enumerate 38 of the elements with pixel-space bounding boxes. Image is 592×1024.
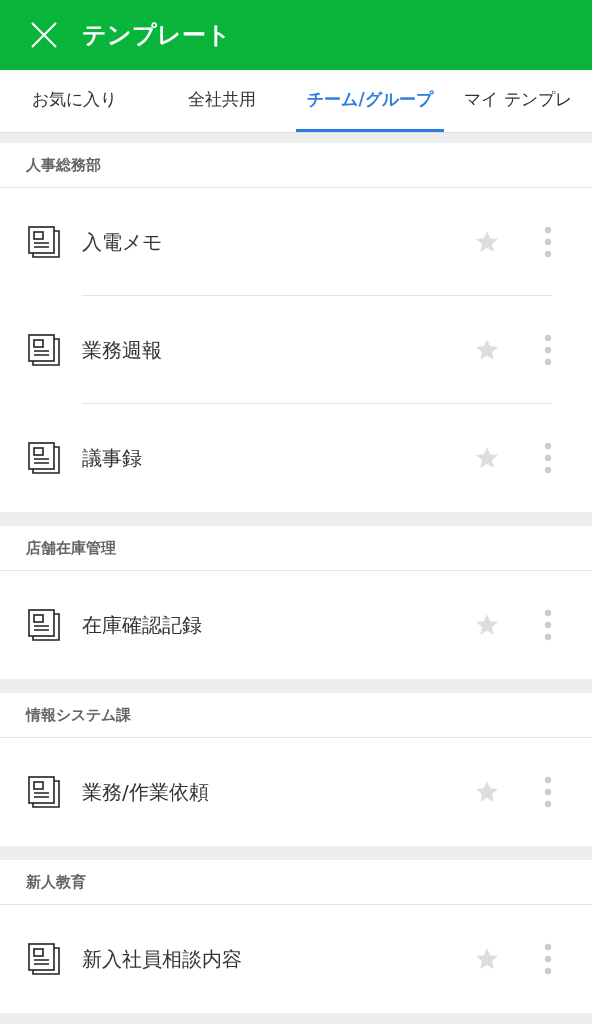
more-icon[interactable] bbox=[544, 943, 552, 975]
section-title: 情報システム課 bbox=[26, 704, 131, 726]
template-name: 業務週報 bbox=[82, 336, 163, 364]
document-icon bbox=[28, 442, 60, 474]
star-icon[interactable] bbox=[474, 612, 500, 638]
template-name: 入電メモ bbox=[82, 228, 163, 256]
header-title: テンプレート bbox=[82, 20, 231, 51]
star-icon[interactable] bbox=[474, 445, 500, 471]
template-item[interactable]: 入電メモ bbox=[0, 188, 592, 296]
tab[interactable]: お気に入り bbox=[0, 70, 148, 132]
more-icon[interactable] bbox=[544, 225, 552, 258]
document-icon bbox=[28, 334, 60, 366]
template-name: 新入社員相談内容 bbox=[82, 946, 243, 973]
more-icon[interactable] bbox=[544, 776, 552, 808]
template-item[interactable]: 新入社員相談内容 bbox=[0, 905, 592, 1013]
more-icon[interactable] bbox=[544, 442, 552, 474]
document-icon bbox=[28, 609, 60, 641]
document-icon bbox=[28, 226, 60, 258]
document-icon bbox=[28, 776, 60, 808]
section-title: 店舗在庫管理 bbox=[26, 537, 116, 559]
star-icon[interactable] bbox=[474, 779, 500, 805]
star-icon[interactable] bbox=[474, 946, 500, 972]
more-icon[interactable] bbox=[544, 333, 552, 366]
template-item[interactable]: 業務週報 bbox=[0, 296, 592, 404]
template-name: 在庫確認記録 bbox=[82, 612, 203, 639]
template-item[interactable]: 議事録 bbox=[0, 404, 592, 512]
tab[interactable]: 全社共用 bbox=[148, 70, 296, 132]
close-icon bbox=[30, 21, 58, 49]
template-item[interactable]: 業務/作業依頼 bbox=[0, 738, 592, 846]
template-item[interactable]: 在庫確認記録 bbox=[0, 571, 592, 679]
template-name: 議事録 bbox=[82, 445, 143, 472]
more-icon[interactable] bbox=[544, 609, 552, 641]
tab[interactable]: チーム/グループ bbox=[296, 70, 444, 132]
document-icon bbox=[28, 943, 60, 975]
template-name: 業務/作業依頼 bbox=[82, 779, 210, 806]
section-title: 新人教育 bbox=[26, 871, 86, 893]
section-title: 人事総務部 bbox=[26, 154, 101, 176]
tab[interactable]: マイ テンプレ bbox=[444, 70, 592, 132]
